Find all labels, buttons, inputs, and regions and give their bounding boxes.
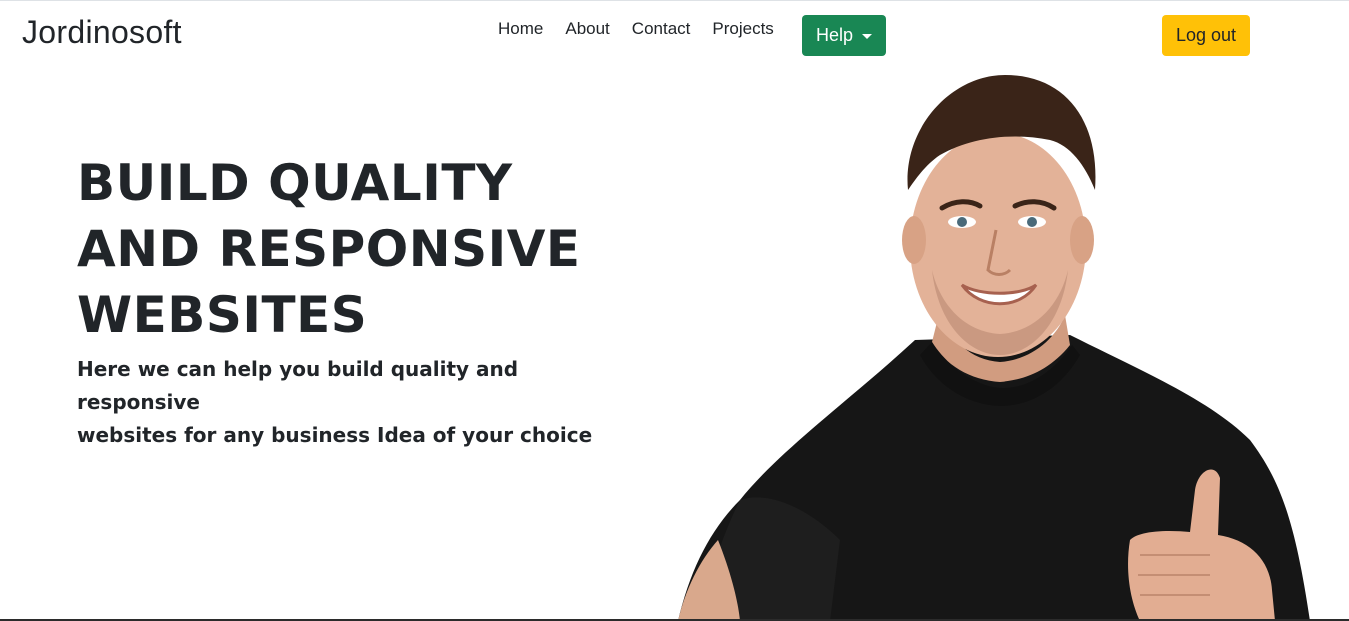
nav-projects[interactable]: Projects (701, 16, 784, 42)
hero-title-line: WEBSITES (77, 286, 368, 344)
nav-home[interactable]: Home (487, 16, 554, 42)
top-border (0, 0, 1349, 1)
brand-logo[interactable]: Jordinosoft (22, 12, 182, 52)
nav-contact[interactable]: Contact (621, 16, 702, 42)
hero-subtitle-line: websites for any business Idea of your c… (77, 423, 593, 447)
logout-button[interactable]: Log out (1162, 15, 1250, 56)
main-nav: Home About Contact Projects (487, 16, 785, 42)
hero-title: BUILD QUALITY AND RESPONSIVE WEBSITES (77, 150, 637, 348)
hero-title-line: BUILD QUALITY (77, 154, 513, 212)
hero-person-image (678, 75, 1310, 621)
logout-button-label: Log out (1175, 25, 1237, 45)
nav-about[interactable]: About (554, 16, 620, 42)
help-dropdown-button[interactable]: Help (802, 15, 886, 56)
hero-subtitle-line: Here we can help you build quality and r… (77, 357, 519, 414)
hero-subtitle: Here we can help you build quality and r… (77, 353, 617, 452)
caret-down-icon (862, 34, 873, 39)
help-button-label: Help (815, 25, 854, 45)
hero-title-line: AND RESPONSIVE (77, 220, 581, 278)
